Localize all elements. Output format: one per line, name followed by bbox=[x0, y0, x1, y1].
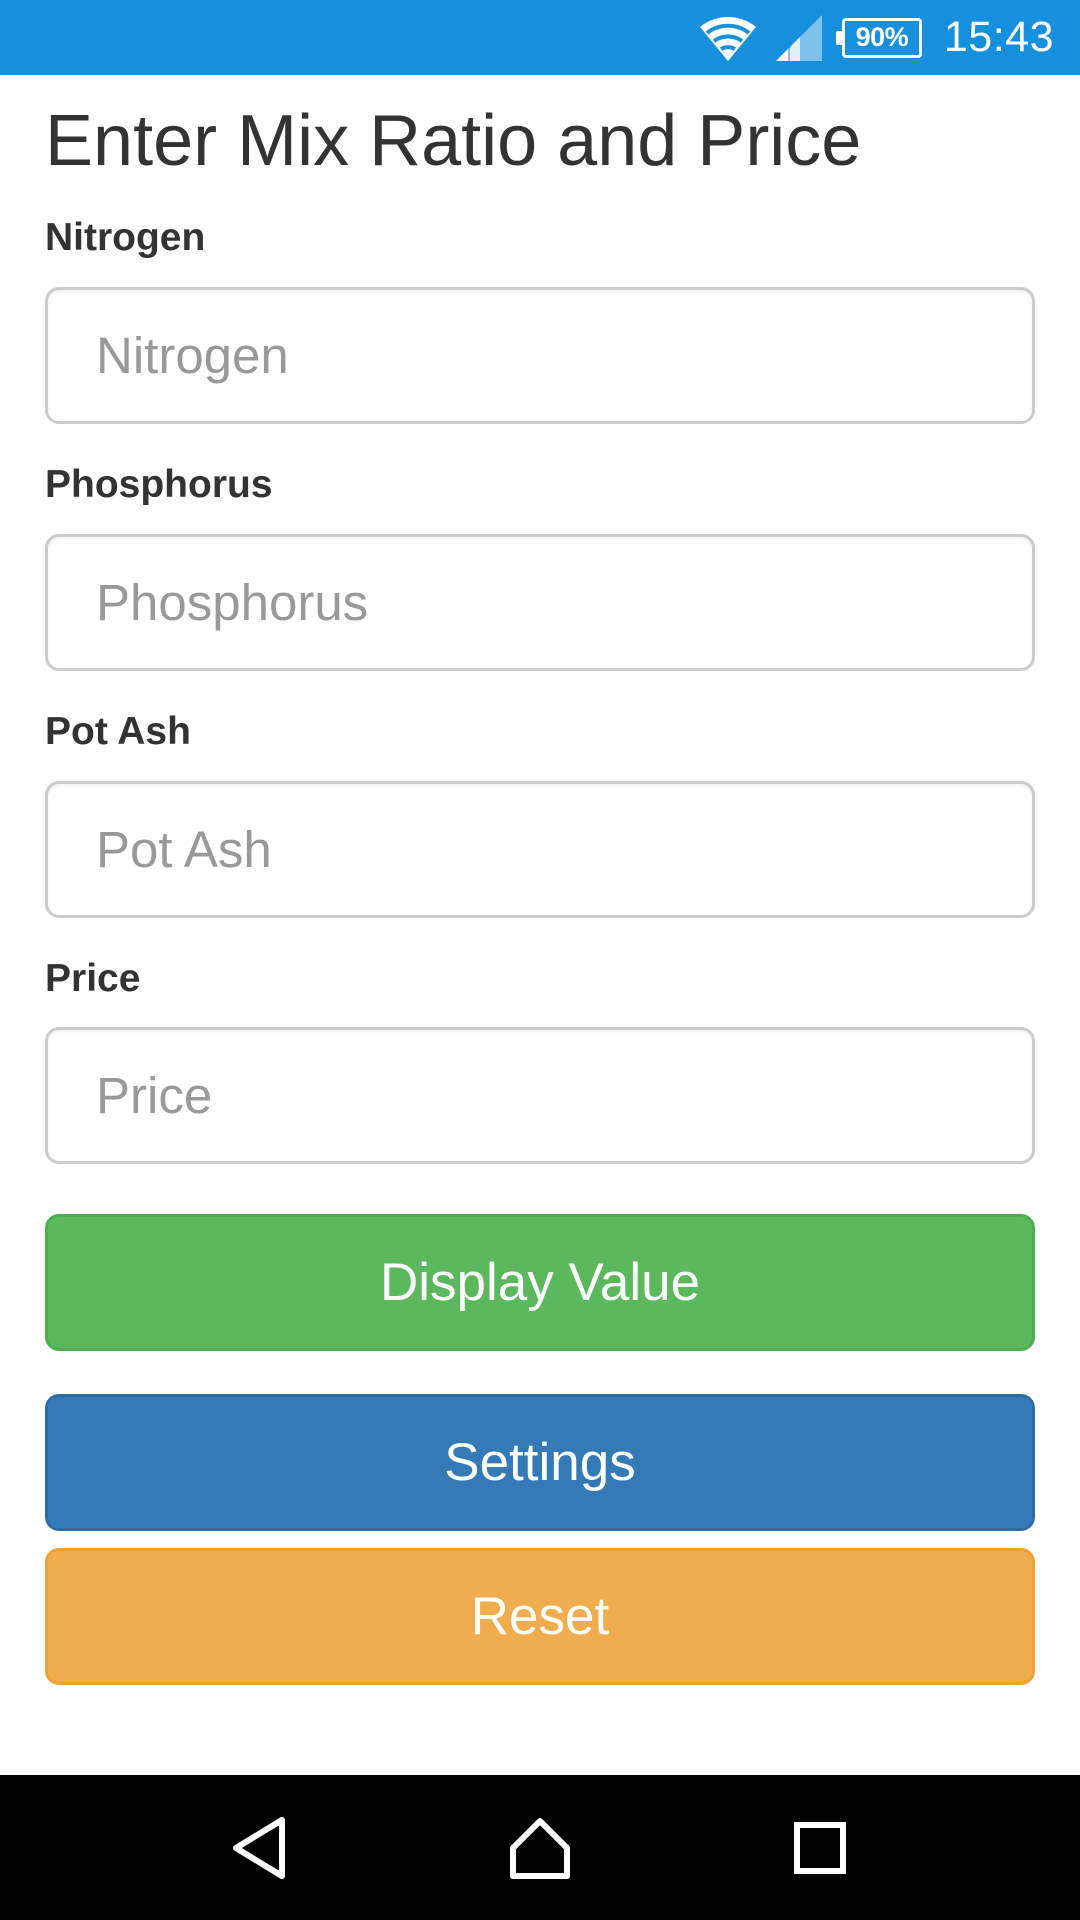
back-icon[interactable] bbox=[205, 1793, 315, 1903]
home-icon[interactable] bbox=[485, 1793, 595, 1903]
phosphorus-input[interactable] bbox=[45, 533, 1035, 671]
pot-ash-field-group: Pot Ash bbox=[45, 709, 1035, 918]
settings-button[interactable]: Settings bbox=[45, 1394, 1035, 1532]
price-field-group: Price bbox=[45, 956, 1035, 1165]
reset-button[interactable]: Reset bbox=[45, 1548, 1035, 1686]
pot-ash-label: Pot Ash bbox=[45, 709, 191, 753]
nitrogen-label: Nitrogen bbox=[45, 216, 206, 260]
nitrogen-input[interactable] bbox=[45, 286, 1035, 424]
pot-ash-input[interactable] bbox=[45, 780, 1035, 918]
price-label: Price bbox=[45, 956, 141, 1000]
phosphorus-field-group: Phosphorus bbox=[45, 462, 1035, 671]
battery-level: 90% bbox=[855, 22, 909, 52]
status-bar: 90% 15:43 bbox=[0, 0, 1080, 75]
phosphorus-label: Phosphorus bbox=[45, 462, 273, 506]
wifi-icon bbox=[698, 13, 758, 63]
navigation-bar bbox=[0, 1775, 1080, 1920]
battery-icon: 90% bbox=[835, 17, 922, 58]
main-content: Enter Mix Ratio and Price Nitrogen Phosp… bbox=[45, 75, 1035, 1686]
nitrogen-field-group: Nitrogen bbox=[45, 215, 1035, 424]
clock: 15:43 bbox=[943, 13, 1054, 61]
recents-icon[interactable] bbox=[765, 1793, 875, 1903]
price-input[interactable] bbox=[45, 1027, 1035, 1165]
cellular-signal-icon bbox=[775, 14, 824, 61]
display-value-button[interactable]: Display Value bbox=[45, 1214, 1035, 1352]
page-title: Enter Mix Ratio and Price bbox=[45, 101, 862, 181]
